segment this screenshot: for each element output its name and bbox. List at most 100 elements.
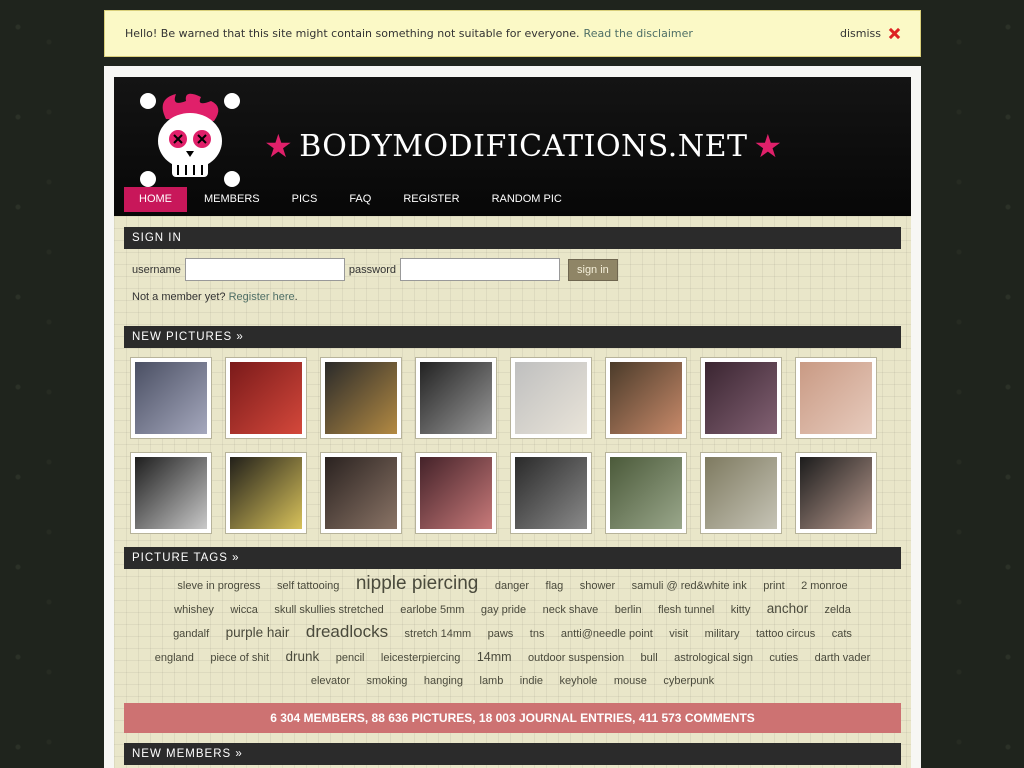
thumbnail-image[interactable] <box>135 362 207 434</box>
dismiss-button[interactable]: dismiss <box>840 27 900 40</box>
tag-link[interactable]: lamb <box>480 675 504 687</box>
picture-thumbnail[interactable] <box>700 452 782 534</box>
tag-link[interactable]: nipple piercing <box>356 573 479 594</box>
tag-link[interactable]: skull skullies stretched <box>274 604 383 616</box>
thumbnail-image[interactable] <box>705 362 777 434</box>
register-link[interactable]: Register here <box>229 291 295 303</box>
tag-link[interactable]: hanging <box>424 675 463 687</box>
disclaimer-link[interactable]: Read the disclaimer <box>584 27 693 40</box>
tag-link[interactable]: zelda <box>825 604 851 616</box>
thumbnail-image[interactable] <box>515 457 587 529</box>
tag-link[interactable]: gandalf <box>173 628 209 640</box>
tag-link[interactable]: neck shave <box>543 604 599 616</box>
tag-link[interactable]: keyhole <box>560 675 598 687</box>
picture-thumbnail[interactable] <box>225 357 307 439</box>
picture-tags-heading[interactable]: PICTURE TAGS » <box>124 547 901 569</box>
tag-link[interactable]: indie <box>520 675 543 687</box>
thumbnail-image[interactable] <box>705 457 777 529</box>
thumbnail-image[interactable] <box>800 457 872 529</box>
tag-link[interactable]: danger <box>495 580 529 592</box>
tag-link[interactable]: print <box>763 580 784 592</box>
site-name[interactable]: BODYMODIFICATIONS.NET <box>299 129 747 164</box>
picture-thumbnail[interactable] <box>700 357 782 439</box>
tag-link[interactable]: flag <box>546 580 564 592</box>
tag-link[interactable]: leicesterpiercing <box>381 652 460 664</box>
nav-faq[interactable]: FAQ <box>334 187 386 212</box>
tag-link[interactable]: flesh tunnel <box>658 604 714 616</box>
site-title[interactable]: ★ BODYMODIFICATIONS.NET ★ <box>264 127 783 165</box>
picture-thumbnail[interactable] <box>510 452 592 534</box>
close-icon[interactable] <box>889 28 900 39</box>
tag-link[interactable]: tns <box>530 628 545 640</box>
tag-link[interactable]: shower <box>580 580 615 592</box>
username-input[interactable] <box>184 258 345 281</box>
tag-link[interactable]: piece of shit <box>210 652 269 664</box>
password-input[interactable] <box>400 258 560 281</box>
new-members-heading[interactable]: NEW MEMBERS » <box>124 742 901 765</box>
thumbnail-image[interactable] <box>420 362 492 434</box>
tag-link[interactable]: smoking <box>366 675 407 687</box>
tag-link[interactable]: self tattooing <box>277 580 339 592</box>
skull-logo-icon[interactable] <box>136 89 244 189</box>
tag-link[interactable]: kitty <box>731 604 751 616</box>
tag-link[interactable]: elevator <box>311 675 350 687</box>
tag-link[interactable]: outdoor suspension <box>528 652 624 664</box>
thumbnail-image[interactable] <box>420 457 492 529</box>
picture-thumbnail[interactable] <box>415 357 497 439</box>
picture-thumbnail[interactable] <box>795 452 877 534</box>
picture-thumbnail[interactable] <box>605 357 687 439</box>
tag-link[interactable]: stretch 14mm <box>405 628 472 640</box>
tag-link[interactable]: gay pride <box>481 604 526 616</box>
thumbnail-image[interactable] <box>800 362 872 434</box>
tag-link[interactable]: samuli @ red&white ink <box>632 580 747 592</box>
nav-pics[interactable]: PICS <box>277 187 333 212</box>
tag-link[interactable]: tattoo circus <box>756 628 815 640</box>
nav-register[interactable]: REGISTER <box>388 187 474 212</box>
tag-link[interactable]: purple hair <box>226 625 290 640</box>
tag-link[interactable]: england <box>155 652 194 664</box>
tag-link[interactable]: drunk <box>285 649 319 664</box>
new-pictures-heading[interactable]: NEW PICTURES » <box>124 326 901 348</box>
tag-link[interactable]: cyberpunk <box>663 675 714 687</box>
tag-link[interactable]: dreadlocks <box>306 622 388 641</box>
tag-link[interactable]: sleve in progress <box>177 580 260 592</box>
picture-thumbnail[interactable] <box>320 452 402 534</box>
tag-link[interactable]: pencil <box>336 652 365 664</box>
picture-thumbnail[interactable] <box>415 452 497 534</box>
thumbnail-image[interactable] <box>610 457 682 529</box>
picture-thumbnail[interactable] <box>225 452 307 534</box>
thumbnail-image[interactable] <box>515 362 587 434</box>
thumbnail-image[interactable] <box>325 457 397 529</box>
tag-link[interactable]: wicca <box>230 604 258 616</box>
thumbnail-image[interactable] <box>610 362 682 434</box>
thumbnail-image[interactable] <box>230 457 302 529</box>
tag-link[interactable]: whishey <box>174 604 214 616</box>
nav-members[interactable]: MEMBERS <box>189 187 275 212</box>
thumbnail-image[interactable] <box>135 457 207 529</box>
tag-link[interactable]: 14mm <box>477 650 512 664</box>
nav-random-pic[interactable]: RANDOM PIC <box>477 187 577 212</box>
picture-thumbnail[interactable] <box>130 452 212 534</box>
tag-link[interactable]: cuties <box>769 652 798 664</box>
tag-link[interactable]: berlin <box>615 604 642 616</box>
picture-thumbnail[interactable] <box>320 357 402 439</box>
tag-link[interactable]: military <box>705 628 740 640</box>
picture-thumbnail[interactable] <box>510 357 592 439</box>
dismiss-label[interactable]: dismiss <box>840 27 881 40</box>
nav-home[interactable]: HOME <box>124 187 187 212</box>
picture-thumbnail[interactable] <box>130 357 212 439</box>
tag-link[interactable]: bull <box>641 652 658 664</box>
tag-link[interactable]: astrological sign <box>674 652 753 664</box>
picture-thumbnail[interactable] <box>795 357 877 439</box>
tag-link[interactable]: cats <box>832 628 852 640</box>
thumbnail-image[interactable] <box>230 362 302 434</box>
signin-button[interactable]: sign in <box>568 258 618 281</box>
tag-link[interactable]: anchor <box>767 601 808 616</box>
tag-link[interactable]: darth vader <box>815 652 871 664</box>
tag-link[interactable]: mouse <box>614 675 647 687</box>
tag-link[interactable]: earlobe 5mm <box>400 604 464 616</box>
thumbnail-image[interactable] <box>325 362 397 434</box>
tag-link[interactable]: 2 monroe <box>801 580 847 592</box>
tag-link[interactable]: visit <box>669 628 688 640</box>
picture-thumbnail[interactable] <box>605 452 687 534</box>
